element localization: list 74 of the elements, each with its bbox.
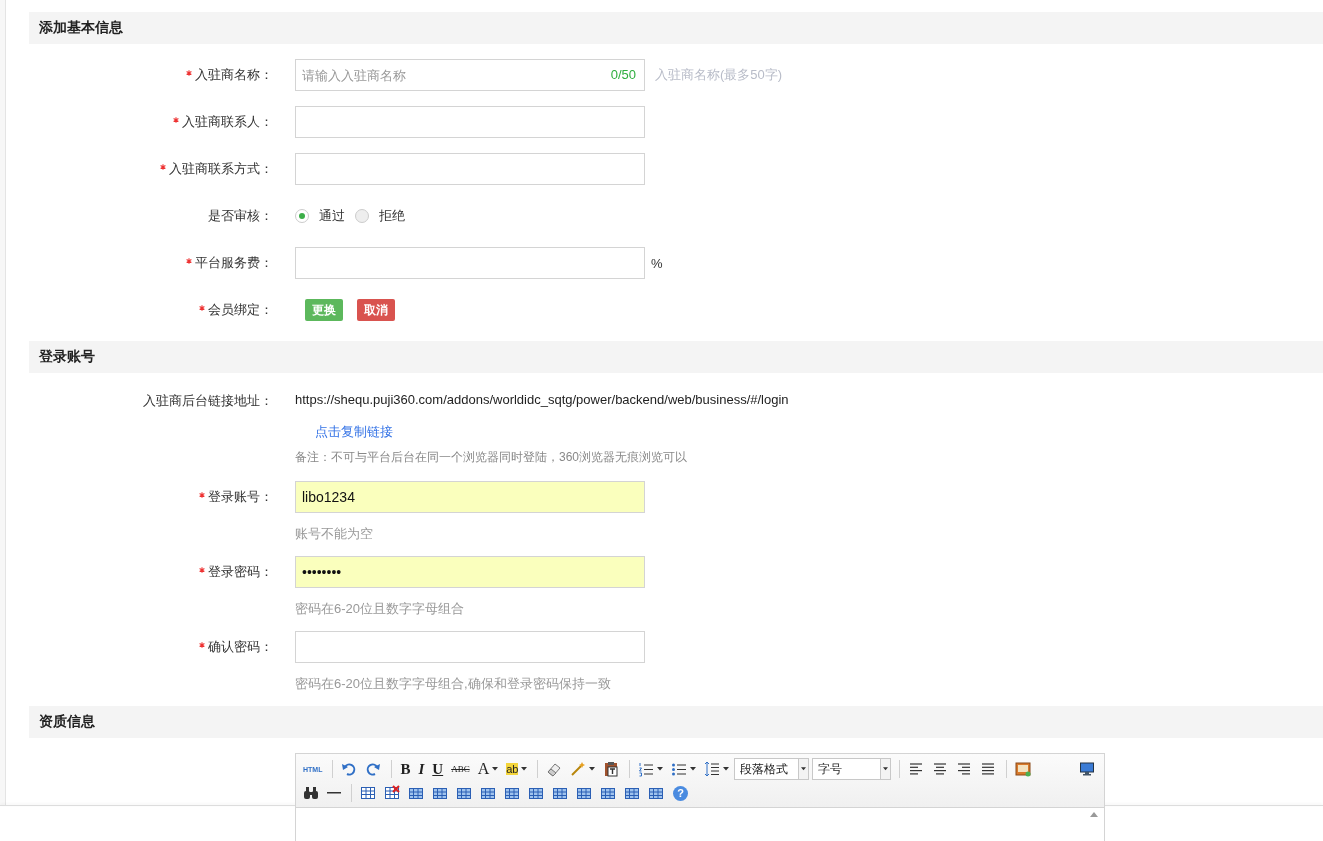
char-counter: 0/50 [610,67,636,82]
table-grid-icon [648,785,664,801]
strikethrough-button[interactable]: ABC [448,759,473,779]
table-grid-icon [504,785,520,801]
caret-icon [883,767,889,771]
binoculars-icon [303,785,319,801]
table-grid-icon [576,785,592,801]
clipboard-icon [603,761,620,777]
justify-icon [980,761,997,777]
help-text: 密码在6-20位且数字字母组合 [295,600,466,618]
text-field[interactable]: •••••••• [295,556,645,588]
horizontal-rule-icon [327,792,341,794]
highlight-button[interactable]: ab [503,759,531,779]
table-grid-icon [456,785,472,801]
bulleted-list-icon [671,761,688,777]
table-grid-icon [552,785,568,801]
redo-icon [365,761,382,777]
field-label: 入驻商名称： [195,66,273,84]
field-label: 登录账号： [208,488,273,506]
table-grid-icon [600,785,616,801]
field-label: 入驻商后台链接地址： [143,392,273,410]
magic-wand-icon [570,761,587,777]
unit-label: % [651,255,663,271]
radio-button[interactable] [355,209,369,223]
underline-button[interactable]: U [429,759,447,779]
undo-icon [341,761,358,777]
text-field[interactable] [295,153,645,185]
note-text: 备注：不可与平台后台在同一个浏览器同时登陆，360浏览器无痕浏览可以 [295,449,689,466]
field-label: 是否审核： [208,207,273,225]
radio-option[interactable]: 通过 [295,207,345,225]
field-label: 入驻商联系方式： [169,160,273,178]
image-icon [1015,761,1032,777]
text-field[interactable] [295,106,645,138]
dropdown-select[interactable]: 段落格式 [734,758,810,780]
radio-label: 拒绝 [379,207,405,225]
help-text: 账号不能为空 [295,525,374,543]
align-left-icon [908,761,925,777]
align-right-icon [956,761,973,777]
table-grid-icon [624,785,640,801]
italic-button[interactable]: I [415,759,428,779]
numbered-list-icon [638,761,655,777]
copy-link[interactable]: 点击复制链接 [315,423,393,441]
scroll-up-arrow-icon[interactable] [1090,812,1098,817]
table-grid-icon [528,785,544,801]
section-title: 资质信息 [39,713,95,731]
line-spacing-icon [704,761,721,777]
font-color-button[interactable]: A [474,759,502,779]
text-field[interactable] [295,247,645,279]
text-field[interactable]: libo1234 [295,481,645,513]
url-text: https://shequ.puji360.com/addons/worldidc_sqtg/power/backend/web/business/#/login [295,391,790,408]
bold-button[interactable]: B [397,759,414,779]
field-label: 会员绑定： [208,301,273,319]
field-label: 平台服务费： [195,254,273,272]
dropdown-select[interactable]: 字号 [812,758,892,780]
field-label: 确认密码： [208,638,273,656]
table-grid-icon [432,785,448,801]
radio-button[interactable] [295,209,309,223]
cancel-button[interactable]: 取消 [357,299,395,321]
table-delete-icon [384,785,400,801]
radio-option[interactable]: 拒绝 [355,207,405,225]
field-hint: 入驻商名称(最多50字) [655,66,783,84]
table-grid-icon [408,785,424,801]
section-title: 登录账号 [39,348,95,366]
monitor-icon [1079,761,1095,777]
align-center-icon [932,761,949,777]
eraser-icon [546,761,563,777]
text-field[interactable] [295,631,645,663]
field-label: 入驻商联系人： [182,113,273,131]
field-label: 登录密码： [208,563,273,581]
caret-icon [801,767,807,771]
radio-label: 通过 [319,207,345,225]
table-icon [360,785,376,801]
table-grid-icon [480,785,496,801]
section-title: 添加基本信息 [39,19,123,37]
